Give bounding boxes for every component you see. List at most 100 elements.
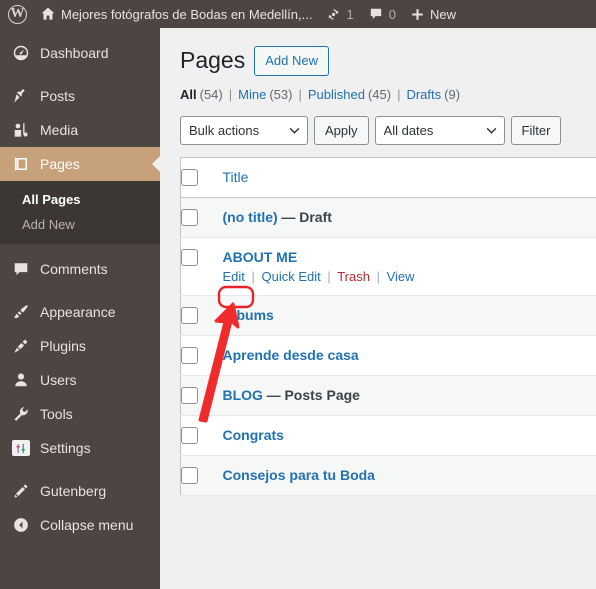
table-row: ABOUT ME Edit | Quick Edit | Trash | Vie… [180,237,596,296]
sidebar-item-add-new-page[interactable]: Add New [0,212,160,237]
site-name-label: Mejores fotógrafos de Bodas en Medellín,… [61,6,313,22]
user-icon [11,370,31,390]
row-title-cell: ABOUT ME Edit | Quick Edit | Trash | Vie… [223,237,596,295]
sliders-icon [11,438,31,458]
row-title-link[interactable]: ABOUT ME [223,249,298,265]
view-link-label[interactable]: Published [308,87,365,102]
wrench-icon [11,404,31,424]
row-checkbox[interactable] [181,386,198,404]
row-post-state: — Draft [281,208,332,225]
sidebar-item-label: Comments [40,261,108,277]
comment-bubble-icon [368,6,384,22]
menu-separator [0,286,160,295]
sidebar-item-tools[interactable]: Tools [0,397,160,431]
view-link-label[interactable]: Drafts [406,87,441,102]
new-content-button[interactable]: New [403,0,463,28]
sidebar-item-label: Plugins [40,338,86,354]
table-body: (no title) — Draft ABOUT ME Edit | Quick… [180,197,596,496]
sidebar-item-posts[interactable]: Posts [0,79,160,113]
table-header-row: Title [180,157,596,198]
row-action-edit[interactable]: Edit [223,269,245,284]
admin-bar: W Mejores fotógrafos de Bodas en Medellí… [0,0,596,28]
row-checkbox[interactable] [181,466,198,484]
row-action-separator: | [251,268,255,284]
view-link-label[interactable]: Mine [238,87,266,102]
row-checkbox-cell [181,415,223,455]
apply-button[interactable]: Apply [314,115,369,145]
sidebar-item-gutenberg[interactable]: Gutenberg [0,474,160,508]
row-title-link[interactable]: Consejos para tu Boda [223,467,375,483]
sidebar-item-settings[interactable]: Settings [0,431,160,465]
row-title-link[interactable]: (no title) [223,209,278,225]
sidebar-item-label: Dashboard [40,45,109,61]
filter-button[interactable]: Filter [510,115,562,145]
view-link-mine[interactable]: Mine (53) | [238,87,308,102]
media-icon [11,120,31,140]
paintbrush-icon [11,302,31,322]
row-checkbox[interactable] [181,208,198,226]
sidebar-item-all-pages[interactable]: All Pages [0,187,160,212]
view-link-count: (54) [199,86,223,102]
add-new-button[interactable]: Add New [254,46,329,76]
date-filter-select[interactable]: All dates [374,115,505,145]
row-checkbox[interactable] [181,248,198,266]
view-link-published[interactable]: Published (45) | [308,87,407,102]
view-link-label[interactable]: All [180,87,197,102]
dashboard-icon [11,43,31,63]
row-checkbox[interactable] [181,346,198,364]
collapse-arrow-icon [11,515,31,535]
row-action-view[interactable]: View [387,269,415,284]
row-title-link[interactable]: Albums [223,307,274,323]
bulk-actions-select-wrap: Bulk actions [180,115,308,145]
sidebar-item-comments[interactable]: Comments [0,252,160,286]
main-content: Pages Add New All (54) | Mine (53) | Pub… [160,28,596,589]
table-head: Title [180,157,596,198]
view-link-drafts[interactable]: Drafts (9) [406,87,460,102]
plus-icon [410,7,425,22]
sidebar-item-dashboard[interactable]: Dashboard [0,36,160,70]
row-action-quick-edit[interactable]: Quick Edit [262,269,321,284]
select-all-checkbox[interactable] [181,168,198,186]
sidebar-item-users[interactable]: Users [0,363,160,397]
row-checkbox[interactable] [181,306,198,324]
sidebar-item-appearance[interactable]: Appearance [0,295,160,329]
table-row: Albums [180,295,596,336]
row-action-trash[interactable]: Trash [337,269,370,284]
view-separator: | [397,86,401,102]
table-row: (no title) — Draft [180,197,596,238]
home-icon [40,6,56,22]
wp-logo-button[interactable]: W [0,0,33,28]
wordpress-logo-icon: W [8,4,27,24]
row-title-link[interactable]: Aprende desde casa [223,347,359,363]
row-title-cell: (no title) — Draft [223,197,596,237]
sidebar-item-label: Media [40,122,79,138]
table-row: Aprende desde casa [180,335,596,376]
menu-separator [0,70,160,79]
site-name-menu[interactable]: Mejores fotógrafos de Bodas en Medellín,… [33,0,319,28]
row-checkbox[interactable] [181,426,198,444]
view-link-all[interactable]: All (54) | [180,87,238,102]
sidebar-item-pages[interactable]: Pages [0,147,160,181]
row-title-cell: Aprende desde casa [223,335,596,375]
sort-by-title-link[interactable]: Title [223,169,249,185]
row-checkbox-cell [181,237,223,295]
view-separator: | [228,86,233,102]
row-action-separator: | [376,268,380,284]
row-title-link[interactable]: Congrats [223,427,284,443]
updates-button[interactable]: 1 [319,0,360,28]
comments-button[interactable]: 0 [361,0,403,28]
sidebar-item-plugins[interactable]: Plugins [0,329,160,363]
row-checkbox-cell [181,197,223,237]
sidebar-item-media[interactable]: Media [0,113,160,147]
table-row: BLOG — Posts Page [180,375,596,416]
row-checkbox-cell [181,375,223,415]
sidebar-item-collapse-menu[interactable]: Collapse menu [0,508,160,542]
bulk-actions-select[interactable]: Bulk actions [180,115,308,145]
row-title-link[interactable]: BLOG [223,387,263,403]
sidebar-item-label: Posts [40,88,76,104]
sidebar-item-label: Gutenberg [40,483,107,499]
pages-submenu: All Pages Add New [0,181,160,244]
page-header: Pages Add New [180,46,596,76]
updates-count: 1 [346,6,354,22]
view-link-count: (9) [444,86,461,102]
